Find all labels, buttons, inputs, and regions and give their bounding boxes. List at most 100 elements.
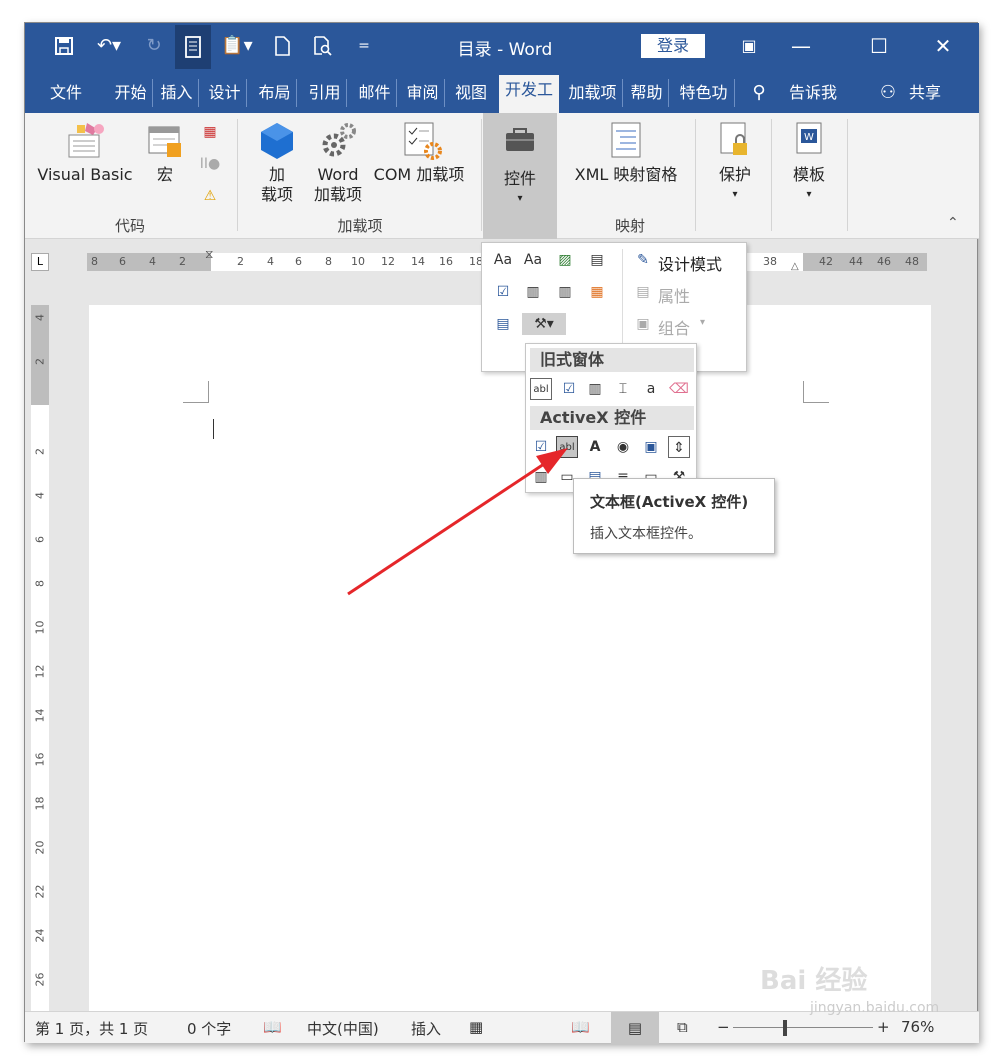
ribbon-tabs: 文件 开始 插入 设计 布局 引用 邮件 审阅 视图 开发工 加载项 帮助 特色…: [25, 69, 979, 113]
tab-selector-icon[interactable]: L: [31, 253, 49, 271]
web-layout-icon[interactable]: ⧉: [677, 1018, 688, 1036]
share-user-icon[interactable]: ⚇: [877, 79, 899, 107]
pause-recording-icon[interactable]: II●: [199, 153, 221, 175]
vertical-ruler[interactable]: 4 2 2 4 6 8 10 12 14 16 18 20 22 24 26: [31, 305, 49, 1025]
tell-me-search[interactable]: 告诉我: [783, 79, 843, 107]
customize-qat-icon[interactable]: =: [351, 33, 377, 59]
design-mode-button[interactable]: 设计模式: [658, 251, 722, 275]
document-page[interactable]: [89, 305, 931, 1035]
record-macro-icon[interactable]: ▦: [199, 121, 221, 143]
indent-marker-icon[interactable]: ⧖: [205, 247, 213, 262]
template-button[interactable]: W 模板 ▾: [781, 121, 837, 205]
xml-mapping-label: XML 映射窗格: [574, 165, 678, 184]
visual-basic-button[interactable]: Visual Basic: [37, 121, 133, 185]
minimize-icon[interactable]: —: [781, 31, 821, 61]
maximize-icon[interactable]: ☐: [859, 31, 899, 61]
undo-icon[interactable]: ↶▾: [91, 33, 127, 59]
addins-button[interactable]: 加 载项: [255, 121, 299, 205]
ruler-number: 38: [763, 255, 777, 268]
combo-box-control-icon[interactable]: ▥: [522, 281, 544, 303]
macro-recording-icon[interactable]: ▦: [469, 1018, 483, 1036]
tab-insert[interactable]: 插入: [155, 79, 199, 107]
title-bar: ↶▾ ↻ 📋▾ = 目录 - Word 登录 ▣ — ☐ ✕: [25, 23, 979, 69]
language-indicator[interactable]: 中文(中国): [307, 1018, 379, 1039]
picture-control-icon[interactable]: ▨: [554, 249, 576, 271]
activex-checkbox-icon[interactable]: ☑: [530, 436, 552, 458]
print-preview-icon[interactable]: [309, 33, 335, 59]
close-icon[interactable]: ✕: [923, 31, 963, 61]
new-doc-icon[interactable]: [269, 33, 295, 59]
legacy-tools-button[interactable]: ⚒▾: [522, 313, 566, 335]
paste-icon[interactable]: 📋▾: [217, 33, 257, 59]
activex-label-icon[interactable]: A: [584, 436, 606, 458]
tab-review[interactable]: 审阅: [401, 79, 445, 107]
activex-combobox-icon[interactable]: ▥: [530, 466, 552, 488]
tab-design[interactable]: 设计: [203, 79, 247, 107]
legacy-dropdown-icon[interactable]: ▥: [584, 378, 606, 400]
protect-button[interactable]: 保护 ▾: [707, 121, 763, 205]
zoom-slider-thumb[interactable]: [783, 1020, 787, 1036]
repeating-section-control-icon[interactable]: ▤: [492, 313, 514, 335]
collapse-ribbon-icon[interactable]: ⌃: [947, 215, 959, 231]
lock-document-icon: [715, 121, 755, 161]
form-field-shading-icon[interactable]: a: [640, 378, 662, 400]
tab-references[interactable]: 引用: [303, 79, 347, 107]
print-layout-icon[interactable]: ▤: [611, 1012, 659, 1044]
ruler-number: 16: [439, 255, 453, 268]
legacy-text-field-icon[interactable]: abl: [530, 378, 552, 400]
controls-button[interactable]: 控件 ▾: [483, 113, 557, 239]
tab-mailings[interactable]: 邮件: [353, 79, 397, 107]
plain-text-control-icon[interactable]: Aa: [522, 249, 544, 271]
activex-image-icon[interactable]: ▣: [640, 436, 662, 458]
save-icon[interactable]: [51, 33, 77, 59]
word-count[interactable]: 0 个字: [187, 1018, 231, 1039]
reading-mode-icon[interactable]: [175, 25, 211, 69]
dropdown-list-control-icon[interactable]: ▥: [554, 281, 576, 303]
redo-icon[interactable]: ↻: [141, 33, 167, 59]
reset-form-fields-icon[interactable]: ⌫: [668, 378, 690, 400]
design-mode-icon[interactable]: ✎: [632, 249, 654, 271]
word-addins-label-2: 加载项: [313, 185, 362, 204]
tab-file[interactable]: 文件: [35, 79, 97, 107]
properties-icon: ▤: [636, 284, 650, 300]
macros-button[interactable]: 宏: [143, 121, 187, 185]
tooltip-title: 文本框(ActiveX 控件): [590, 493, 749, 511]
ruler-number: 22: [33, 884, 47, 899]
login-button[interactable]: 登录: [641, 34, 705, 58]
checkbox-control-icon[interactable]: ☑: [492, 281, 514, 303]
zoom-level[interactable]: 76%: [901, 1018, 934, 1036]
activex-textbox-icon[interactable]: abl: [556, 436, 578, 458]
lightbulb-icon[interactable]: ⚲: [747, 79, 771, 107]
zoom-slider[interactable]: [733, 1027, 873, 1028]
tab-view[interactable]: 视图: [449, 79, 493, 107]
tab-help[interactable]: 帮助: [625, 79, 669, 107]
rich-text-control-icon[interactable]: Aa: [492, 249, 514, 271]
share-button[interactable]: 共享: [905, 79, 945, 107]
tab-home[interactable]: 开始: [109, 79, 153, 107]
macro-security-icon[interactable]: ⚠: [199, 185, 221, 207]
tab-addins[interactable]: 加载项: [563, 79, 623, 107]
legacy-checkbox-icon[interactable]: ☑: [558, 378, 580, 400]
activex-spin-button-icon[interactable]: ⇕: [668, 436, 690, 458]
building-block-control-icon[interactable]: ▤: [586, 249, 608, 271]
page-count[interactable]: 第 1 页，共 1 页: [35, 1018, 148, 1039]
zoom-out-icon[interactable]: −: [717, 1018, 730, 1036]
date-picker-control-icon[interactable]: ▦: [586, 281, 608, 303]
tab-features[interactable]: 特色功: [673, 79, 735, 107]
chevron-down-icon: ▾: [806, 189, 812, 200]
ribbon-display-options-icon[interactable]: ▣: [729, 31, 769, 61]
right-indent-marker-icon[interactable]: △: [791, 261, 799, 272]
ruler-number: 8: [91, 255, 98, 268]
zoom-in-icon[interactable]: +: [877, 1018, 890, 1036]
insert-frame-icon[interactable]: ⌶: [612, 378, 634, 400]
xml-mapping-button[interactable]: XML 映射窗格: [569, 121, 683, 185]
tab-layout[interactable]: 布局: [253, 79, 297, 107]
com-addins-button[interactable]: COM 加载项: [369, 121, 469, 185]
word-addins-button[interactable]: Word 加载项: [309, 121, 367, 205]
proofing-icon[interactable]: 📖: [263, 1018, 282, 1036]
read-mode-icon[interactable]: 📖: [571, 1018, 590, 1036]
insert-mode[interactable]: 插入: [411, 1018, 441, 1039]
activex-option-button-icon[interactable]: ◉: [612, 436, 634, 458]
macros-icon: [145, 121, 185, 161]
tab-developer[interactable]: 开发工: [499, 75, 559, 113]
